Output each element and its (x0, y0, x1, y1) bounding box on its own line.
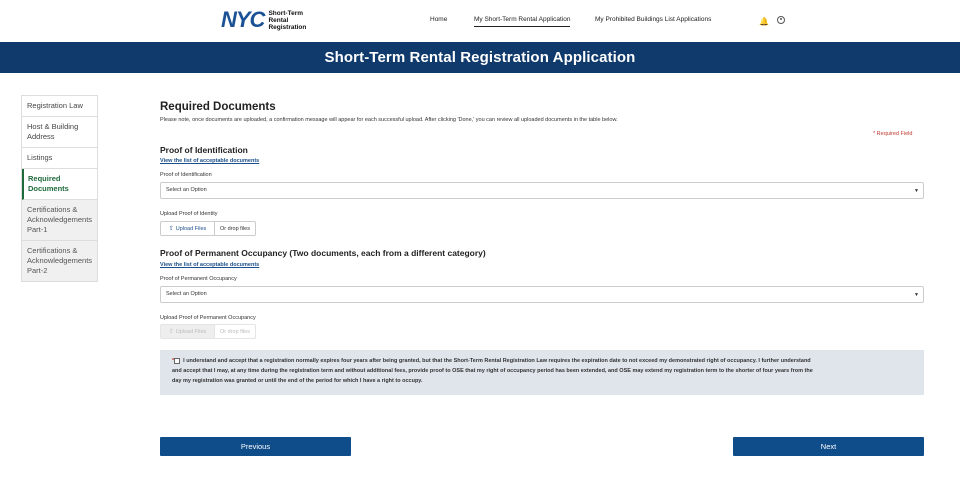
sidebar-item-host-building-address[interactable]: Host & Building Address (22, 117, 97, 148)
occupancy-select[interactable]: Select an Option ▼ (160, 286, 924, 303)
acknowledgement-checkbox[interactable] (174, 357, 181, 364)
nav-home[interactable]: Home (430, 16, 447, 23)
bell-icon[interactable]: 🔔 (759, 17, 769, 26)
page-title: Required Documents (160, 101, 276, 113)
top-nav-bar: NYC Short-Term Rental Registration Home … (0, 0, 960, 42)
sidebar-item-required-documents[interactable]: Required Documents (22, 169, 97, 200)
nav-prohibited-buildings[interactable]: My Prohibited Buildings List Application… (595, 16, 711, 23)
identity-upload: ⇪ Upload Files Or drop files (160, 221, 256, 236)
occupancy-upload-label: Upload Proof of Permanent Occupancy (160, 315, 256, 321)
identity-section-title: Proof of Identification (160, 145, 248, 155)
identity-upload-button[interactable]: ⇪ Upload Files (160, 221, 215, 236)
sidebar-item-certifications-part-2: Certifications & Acknowledgements Part-2 (22, 241, 97, 281)
identity-drop-zone[interactable]: Or drop files (215, 221, 256, 236)
sidebar-item-listings[interactable]: Listings (22, 148, 97, 169)
acknowledgement-text-1: I understand and accept that a registrat… (183, 358, 811, 364)
acknowledgement-box: * I understand and accept that a registra… (160, 350, 924, 395)
step-sidebar: Registration Law Host & Building Address… (21, 95, 98, 282)
identity-select-value: Select an Option (166, 187, 207, 193)
main-nav: Home My Short-Term Rental Application My… (0, 16, 960, 30)
upload-icon: ⇪ (168, 329, 174, 335)
previous-button[interactable]: Previous (160, 437, 351, 456)
user-icon[interactable] (777, 16, 785, 24)
acknowledgement-text-3: day my registration was granted or until… (172, 378, 423, 384)
identity-select-label: Proof of Identification (160, 172, 212, 178)
page-banner-title: Short-Term Rental Registration Applicati… (324, 49, 636, 66)
page-banner: Short-Term Rental Registration Applicati… (0, 42, 960, 73)
sidebar-item-certifications-part-1: Certifications & Acknowledgements Part-1 (22, 200, 97, 241)
occupancy-drop-zone: Or drop files (215, 324, 256, 339)
occupancy-section-title: Proof of Permanent Occupancy (Two docume… (160, 248, 486, 258)
occupancy-upload-button: ⇪ Upload Files (160, 324, 215, 339)
identity-select[interactable]: Select an Option ▼ (160, 182, 924, 199)
acknowledgement-text-2: and accept that I may, at any time durin… (172, 368, 813, 374)
identity-upload-label: Upload Proof of Identity (160, 211, 218, 217)
occupancy-select-label: Proof of Permanent Occupancy (160, 276, 237, 282)
occupancy-select-value: Select an Option (166, 291, 207, 297)
next-button[interactable]: Next (733, 437, 924, 456)
nav-my-application[interactable]: My Short-Term Rental Application (474, 16, 571, 27)
intro-text: Please note, once documents are uploaded… (160, 117, 618, 123)
chevron-down-icon: ▼ (914, 188, 919, 194)
chevron-down-icon: ▼ (914, 292, 919, 298)
occupancy-documents-link[interactable]: View the list of acceptable documents (160, 262, 259, 268)
sidebar-item-registration-law[interactable]: Registration Law (22, 96, 97, 117)
occupancy-upload: ⇪ Upload Files Or drop files (160, 324, 256, 339)
identity-documents-link[interactable]: View the list of acceptable documents (160, 158, 259, 164)
upload-icon: ⇪ (168, 226, 174, 232)
required-field-note: * Required Field (873, 131, 913, 137)
